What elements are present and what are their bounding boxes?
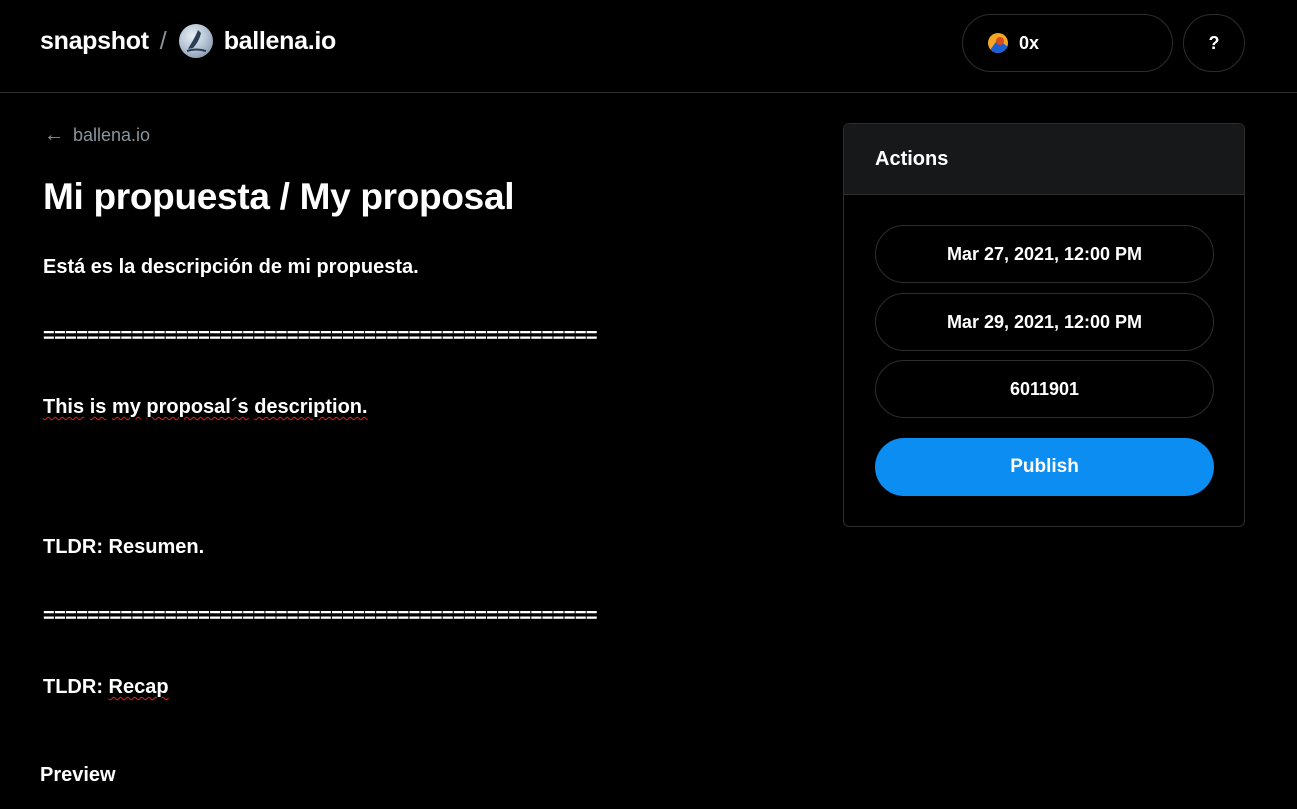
proposal-tldr-es: TLDR: Resumen. — [43, 536, 205, 558]
spell-word: my — [111, 396, 141, 418]
start-date-button[interactable]: Mar 27, 2021, 12:00 PM — [875, 225, 1214, 283]
proposal-description-es: Está es la descripción de mi propuesta. — [43, 256, 419, 278]
publish-button[interactable]: Publish — [875, 438, 1214, 496]
proposal-title: Mi propuesta / My proposal — [43, 176, 515, 217]
proposal-tldr-en: TLDR: Recap — [43, 676, 169, 699]
spell-word: Recap — [108, 676, 169, 698]
account-avatar-icon — [988, 33, 1008, 53]
back-link-label: ballena.io — [73, 124, 151, 145]
spell-word: This — [43, 396, 85, 418]
snapshot-block-input[interactable]: 6011901 — [875, 360, 1214, 418]
spell-word: is — [89, 396, 107, 418]
space-name[interactable]: ballena.io — [224, 27, 337, 56]
arrow-left-icon: ← — [44, 123, 64, 146]
top-navbar: snapshot / ballena.io 0x ? — [0, 0, 1297, 93]
account-address: 0x — [1019, 32, 1040, 53]
preview-toggle[interactable]: Preview — [40, 764, 116, 787]
account-button[interactable]: 0x — [962, 14, 1173, 72]
space-logo-icon[interactable] — [178, 24, 213, 58]
proposal-description-en: This is my proposal´s description. — [43, 396, 368, 419]
back-link[interactable]: ← ballena.io — [44, 123, 150, 147]
actions-panel-title: Actions — [844, 124, 1244, 195]
actions-panel: Actions Mar 27, 2021, 12:00 PM Mar 29, 2… — [843, 123, 1245, 527]
end-date-button[interactable]: Mar 29, 2021, 12:00 PM — [875, 293, 1214, 351]
help-button[interactable]: ? — [1183, 14, 1245, 72]
proposal-separator-1: ========================================… — [43, 325, 598, 347]
proposal-separator-2: ========================================… — [43, 605, 598, 627]
app-name[interactable]: snapshot — [40, 27, 149, 56]
spell-word: proposal´s — [146, 396, 249, 418]
tldr-prefix: TLDR: — [43, 676, 103, 698]
brand: snapshot / ballena.io — [40, 24, 336, 58]
spell-word: description. — [254, 396, 368, 418]
breadcrumb-separator: / — [159, 26, 167, 55]
